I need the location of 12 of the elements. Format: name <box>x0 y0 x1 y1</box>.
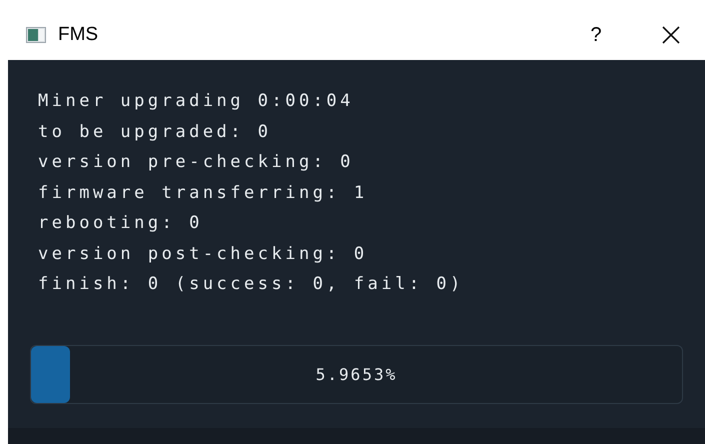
status-line: rebooting: 0 <box>38 212 204 235</box>
help-button[interactable]: ? <box>581 20 611 50</box>
status-line: firmware transferring: 1 <box>38 182 369 204</box>
progress-reading: 5.9653% <box>316 364 398 386</box>
close-icon[interactable] <box>661 25 681 45</box>
status-line: finish: 0 (success: 0, fail: 0) <box>38 273 465 296</box>
status-line: version post-checking: 0 <box>38 242 369 266</box>
status-line: Miner upgrading 0:00:04 <box>38 90 355 113</box>
status-line: to be upgraded: 0 <box>38 120 272 144</box>
app-icon <box>26 27 46 43</box>
status-line: version pre-checking: 0 <box>38 151 355 174</box>
window-title: FMS <box>58 22 98 47</box>
